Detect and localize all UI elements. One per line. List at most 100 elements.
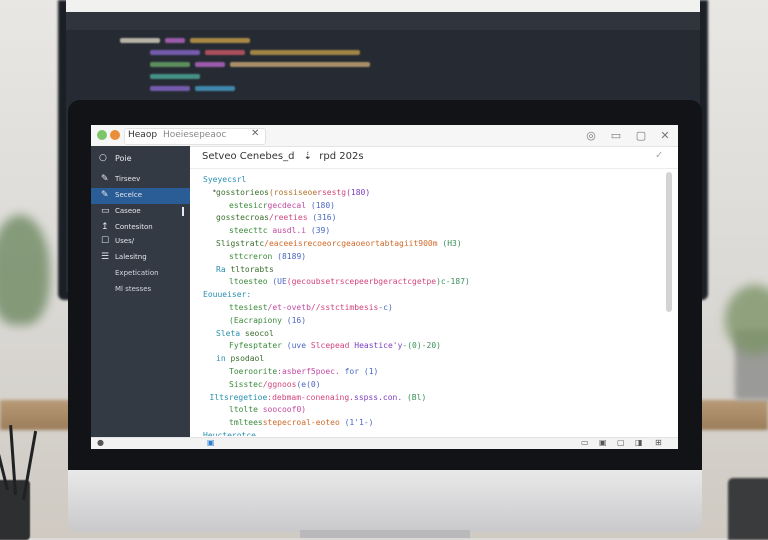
editor-header: Setveo Cenebes_d ⇣ rpd 202s ✓ — [190, 146, 678, 169]
sidebar-item[interactable]: Ml stesses — [91, 282, 190, 298]
background-code-stroke — [150, 86, 190, 91]
code-token: /eaceeisrecoeorcgeaoeortabtagiit900m — [264, 239, 438, 248]
code-token: (Eacrapiony — [229, 315, 282, 325]
background-code-stroke — [230, 62, 370, 67]
record-icon[interactable]: ◎ — [584, 129, 598, 142]
code-line[interactable]: Iltsregetioe:debmam-conenaing.sspss.con.… — [210, 392, 427, 404]
sidebar-item-label: Uses/ — [115, 237, 135, 245]
window-minimize-dot[interactable] — [110, 130, 120, 140]
code-token: (gecoubsetrscepeerbgeractcgetpe — [286, 277, 437, 287]
code-line[interactable]: Sleta seocol — [216, 328, 274, 340]
code-line[interactable]: sttcreron (8189) — [229, 251, 306, 263]
code-line[interactable]: Sisstec/ggnoos(e(0) — [229, 379, 321, 391]
code-token: Eouueiser: — [203, 290, 252, 300]
sidebar-item-icon: ✎ — [101, 174, 109, 184]
maximize-icon[interactable]: ▢ — [634, 129, 648, 142]
status-app-icon[interactable]: ▣ — [207, 438, 215, 447]
sidebar-item-icon: ↥ — [101, 222, 109, 232]
code-token: for (1) — [339, 367, 379, 376]
code-token: estesicr — [229, 200, 268, 210]
background-code-stroke — [195, 62, 225, 67]
tab-close-icon[interactable]: ✕ — [251, 128, 259, 139]
sidebar-item-icon: ✎ — [101, 190, 109, 200]
status-grid-icon[interactable]: ▣ — [599, 438, 607, 447]
sidebar-scroll-thumb[interactable] — [182, 207, 184, 216]
background-code-stroke — [150, 62, 190, 67]
editor-title: Setveo Cenebes_d ⇣ rpd 202s — [202, 151, 364, 162]
sidebar-item[interactable]: ✎ Secelce — [91, 188, 190, 204]
code-line[interactable]: ltolte soocoof0) — [229, 404, 306, 416]
sidebar-item[interactable]: Expetication — [91, 266, 190, 282]
code-line[interactable]: steecttc ausdl.i (39) — [229, 225, 330, 237]
monitor-chin — [68, 470, 702, 532]
editor-scrollbar[interactable] — [666, 172, 672, 312]
code-token: (180) — [306, 200, 335, 210]
status-square-icon[interactable]: ▢ — [617, 438, 625, 447]
code-token: Ra — [216, 264, 226, 274]
code-line[interactable]: Eouueiser: — [203, 289, 251, 301]
code-token: Heucterotce — [203, 431, 256, 436]
sidebar-item-label: Caseoe — [115, 207, 141, 215]
code-token: soocoof0) — [257, 405, 307, 415]
code-token: (H3) — [437, 239, 462, 248]
code-line[interactable]: Fyfesptater (uve Slcepead Heastice'y-(0)… — [229, 340, 441, 352]
code-token: gosstorieos — [216, 187, 269, 197]
background-code-stroke — [150, 74, 200, 79]
status-window-icon[interactable]: ▭ — [581, 438, 589, 447]
sidebar-header[interactable]: ○ Poie — [97, 153, 187, 167]
code-token: ltolte — [229, 405, 258, 415]
code-line[interactable]: gosstecroas/reeties (316) — [216, 212, 336, 224]
sidebar-item[interactable]: ▭ Caseoe — [91, 204, 190, 220]
code-editor[interactable]: Syeyecsrl • gosstorieos(rossiseoersestg(18… — [190, 171, 660, 436]
sidebar-item[interactable]: ✎ Tirseev — [91, 172, 190, 188]
window-close-dot[interactable] — [97, 130, 107, 140]
sidebar-item-label: Expetication — [115, 269, 159, 277]
check-icon[interactable]: ✓ — [655, 150, 663, 161]
monitor-stand — [300, 530, 470, 538]
status-layout-icon[interactable]: ⊞ — [655, 438, 662, 447]
background-code-stroke — [165, 38, 185, 43]
code-line[interactable]: Syeyecsrl — [203, 174, 246, 186]
code-line[interactable]: Ra tltorabts — [216, 264, 274, 276]
code-line[interactable]: ltoesteo (UE(gecoubsetrscepeerbgeractcge… — [229, 276, 470, 288]
code-line[interactable]: Sligstratc/eaceeisrecoeorcgeaoeortabtagi… — [216, 238, 462, 250]
code-line[interactable]: Toeroorite:asberf5poec. for (1) — [229, 366, 378, 378]
code-token: (uve — [281, 341, 307, 351]
window-icon[interactable]: ▭ — [609, 129, 623, 142]
code-token: :asberf5poec. — [277, 367, 340, 376]
title-bar: Heaop Hoeiesepeaoc ✕ ◎ ▭ ▢ ✕ — [91, 125, 678, 147]
code-token: //sstctimbesis — [310, 303, 379, 312]
code-line[interactable]: estesicrgecdecal (180) — [229, 200, 335, 212]
background-code-stroke — [150, 50, 200, 55]
code-line[interactable]: ttesiest/et-ovetb//sstctimbesis-c) — [229, 302, 393, 314]
background-monitor-tabbar — [66, 12, 700, 30]
code-token: seocol — [240, 328, 274, 338]
code-line[interactable]: (Eacrapiony (16) — [229, 315, 306, 327]
download-icon[interactable]: ⇣ — [304, 151, 312, 162]
status-split-icon[interactable]: ◨ — [635, 438, 643, 447]
close-icon[interactable]: ✕ — [658, 129, 672, 142]
sidebar-item[interactable]: ☰ Lalesitng — [91, 250, 190, 266]
code-token: Fyfesptater — [229, 341, 282, 351]
status-dot-icon[interactable]: ● — [97, 438, 104, 447]
code-token: (UE — [267, 277, 287, 287]
code-token: ausdl.i — [267, 226, 307, 236]
app-name: Heaop — [128, 130, 158, 140]
code-token: (8189) — [272, 251, 307, 261]
code-token: Heastice'y — [349, 341, 403, 351]
code-token: (316) — [307, 213, 337, 223]
app-window: Heaop Hoeiesepeaoc ✕ ◎ ▭ ▢ ✕ ○ Poie ✎ Tir… — [91, 125, 678, 449]
code-line[interactable]: in psodaol — [216, 353, 264, 365]
code-token: tmltees — [229, 418, 263, 428]
sidebar-item[interactable]: ☐ Uses/ — [91, 234, 190, 250]
sidebar: ○ Poie ✎ Tirseev ✎ Secelce ▭ Caseoe ↥ Contesito… — [91, 146, 190, 437]
code-token: in — [216, 354, 226, 364]
code-token: steecttc — [229, 226, 268, 236]
sidebar-item-label: Tirseev — [115, 175, 141, 183]
code-token: Sligstratc — [216, 239, 265, 248]
sidebar-item-label: Contesiton — [115, 223, 153, 231]
code-token: gecdecal — [267, 200, 307, 210]
code-line[interactable]: Heucterotce — [203, 430, 256, 436]
code-line[interactable]: gosstorieos(rossiseoersestg(180) — [216, 187, 370, 199]
code-line[interactable]: tmlteesstepecroal-eoteo (1'1-) — [229, 417, 374, 429]
